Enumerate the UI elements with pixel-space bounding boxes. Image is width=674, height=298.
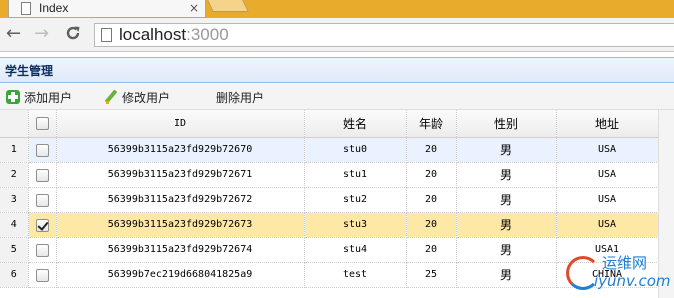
url-port: :3000 <box>186 25 229 44</box>
back-arrow-icon[interactable]: ← <box>6 24 21 44</box>
close-icon[interactable]: × <box>189 1 199 15</box>
row-number: 3 <box>0 187 29 213</box>
page-icon <box>21 2 31 15</box>
row-checkbox[interactable] <box>35 268 49 282</box>
row-checkbox[interactable] <box>35 218 49 232</box>
url-host: localhost <box>119 25 187 44</box>
panel-header: 学生管理 <box>0 57 674 83</box>
row-checkbox-cell <box>28 237 57 263</box>
row-checkbox[interactable] <box>35 243 49 257</box>
table-row[interactable]: 4 56399b3115a23fd929b72673 stu3 20 男 USA <box>0 212 659 238</box>
edit-user-button[interactable]: 修改用户 <box>104 88 170 106</box>
cell-name: stu4 <box>304 237 407 263</box>
cell-name: test <box>304 262 407 288</box>
row-number: 6 <box>0 262 29 288</box>
table-row[interactable]: 3 56399b3115a23fd929b72672 stu2 20 男 USA <box>0 187 659 213</box>
delete-user-label: 删除用户 <box>216 90 265 105</box>
cell-age: 20 <box>406 162 457 188</box>
forward-arrow-icon[interactable]: → <box>34 24 49 44</box>
reload-icon-graphic <box>66 26 80 40</box>
browser-toolbar: ← → localhost:3000 <box>0 18 674 52</box>
delete-user-button[interactable]: 删除用户 <box>216 88 264 106</box>
row-checkbox-cell <box>28 137 57 163</box>
row-checkbox[interactable] <box>35 193 49 207</box>
row-number: 4 <box>0 212 29 238</box>
cell-address: USA <box>556 162 659 188</box>
cell-sex: 男 <box>456 162 557 188</box>
rownumber-header <box>0 110 29 138</box>
reload-icon[interactable] <box>64 24 82 47</box>
browser-tab[interactable]: Index × <box>8 0 206 18</box>
page-icon <box>101 28 112 42</box>
cell-id: 56399b3115a23fd929b72671 <box>56 162 305 188</box>
edit-user-label: 修改用户 <box>122 90 171 105</box>
column-header-address[interactable]: 地址 <box>556 110 659 138</box>
table-row[interactable]: 1 56399b3115a23fd929b72670 stu0 20 男 USA <box>0 137 659 163</box>
cell-address: USA <box>556 212 659 238</box>
cell-sex: 男 <box>456 137 557 163</box>
url-text[interactable]: localhost:3000 <box>119 25 229 45</box>
pencil-icon <box>104 90 118 104</box>
panel-title: 学生管理 <box>5 64 54 78</box>
cell-sex: 男 <box>456 187 557 213</box>
cell-sex: 男 <box>456 212 557 238</box>
cell-name: stu2 <box>304 187 407 213</box>
address-bar[interactable]: localhost:3000 <box>94 23 674 47</box>
cell-sex: 男 <box>456 262 557 288</box>
datagrid-toolbar: 添加用户 修改用户 删除用户 <box>0 84 674 110</box>
cell-name: stu3 <box>304 212 407 238</box>
cell-age: 20 <box>406 237 457 263</box>
row-number: 5 <box>0 237 29 263</box>
cell-sex: 男 <box>456 237 557 263</box>
table-row[interactable]: 2 56399b3115a23fd929b72671 stu1 20 男 USA <box>0 162 659 188</box>
watermark-en: iyunv.com <box>594 272 671 290</box>
cell-id: 56399b7ec219d668041825a9 <box>56 262 305 288</box>
cell-age: 20 <box>406 212 457 238</box>
row-checkbox[interactable] <box>35 168 49 182</box>
watermark-logo: 运维网 iyunv.com <box>560 248 674 298</box>
cell-id: 56399b3115a23fd929b72674 <box>56 237 305 263</box>
cell-name: stu0 <box>304 137 407 163</box>
add-icon <box>6 90 20 104</box>
cell-address: USA <box>556 137 659 163</box>
row-number: 1 <box>0 137 29 163</box>
tab-title: Index <box>39 1 69 15</box>
row-number: 2 <box>0 162 29 188</box>
add-user-button[interactable]: 添加用户 <box>6 88 72 106</box>
column-header-sex[interactable]: 性别 <box>456 110 557 138</box>
new-tab-button[interactable] <box>207 0 249 12</box>
cell-age: 20 <box>406 187 457 213</box>
add-user-label: 添加用户 <box>24 90 73 105</box>
cell-id: 56399b3115a23fd929b72673 <box>56 212 305 238</box>
row-checkbox[interactable] <box>35 143 49 157</box>
select-all-header <box>28 110 57 138</box>
row-checkbox-cell <box>28 212 57 238</box>
cell-id: 56399b3115a23fd929b72670 <box>56 137 305 163</box>
cell-name: stu1 <box>304 162 407 188</box>
cell-age: 25 <box>406 262 457 288</box>
row-checkbox-cell <box>28 262 57 288</box>
table-header-row: ID 姓名 年龄 性别 地址 <box>0 110 659 138</box>
row-checkbox-cell <box>28 187 57 213</box>
row-checkbox-cell <box>28 162 57 188</box>
browser-tabstrip: Index × <box>0 0 674 18</box>
cell-id: 56399b3115a23fd929b72672 <box>56 187 305 213</box>
cell-address: USA <box>556 187 659 213</box>
watermark-cn: 运维网 <box>602 254 648 272</box>
column-header-name[interactable]: 姓名 <box>304 110 407 138</box>
column-header-age[interactable]: 年龄 <box>406 110 457 138</box>
column-header-id[interactable]: ID <box>56 110 305 138</box>
cell-age: 20 <box>406 137 457 163</box>
select-all-checkbox[interactable] <box>35 117 49 131</box>
